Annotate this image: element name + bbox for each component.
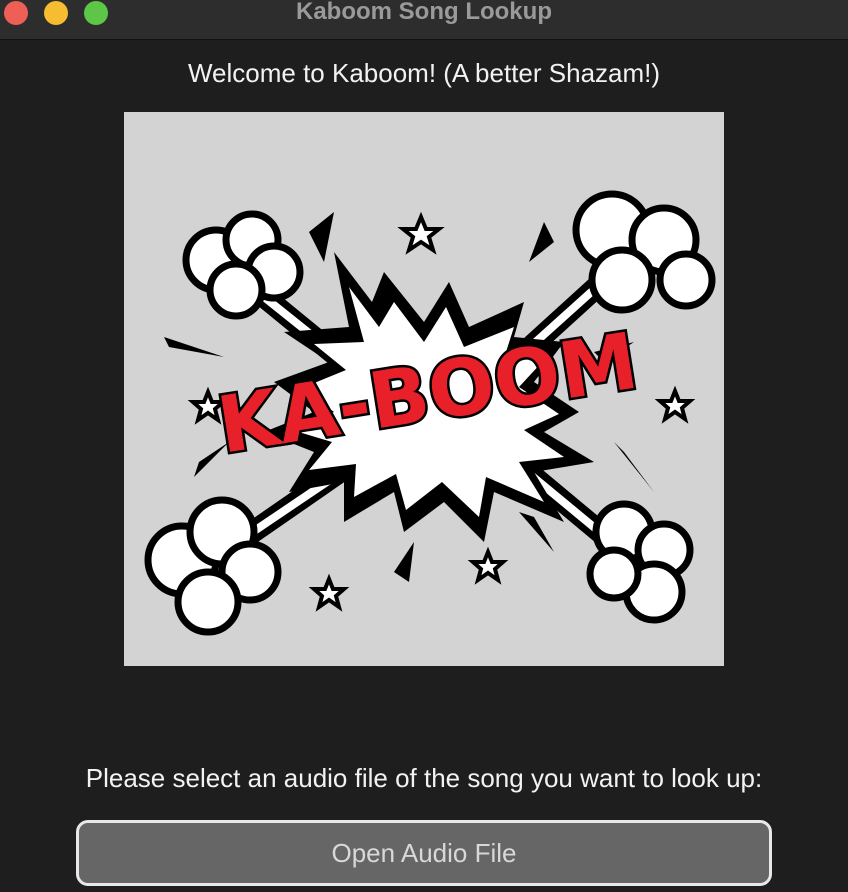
kaboom-logo: KA-BOOM (124, 112, 724, 666)
title-bar: Kaboom Song Lookup (0, 0, 848, 40)
window-title: Kaboom Song Lookup (296, 0, 552, 25)
welcome-heading: Welcome to Kaboom! (A better Shazam!) (187, 58, 661, 88)
app-window: Kaboom Song Lookup Welcome to Kaboom! (A… (0, 0, 848, 892)
open-audio-file-button[interactable]: Open Audio File (76, 820, 772, 886)
open-audio-file-label: Open Audio File (331, 837, 517, 868)
select-file-prompt: Please select an audio file of the song … (85, 763, 763, 793)
